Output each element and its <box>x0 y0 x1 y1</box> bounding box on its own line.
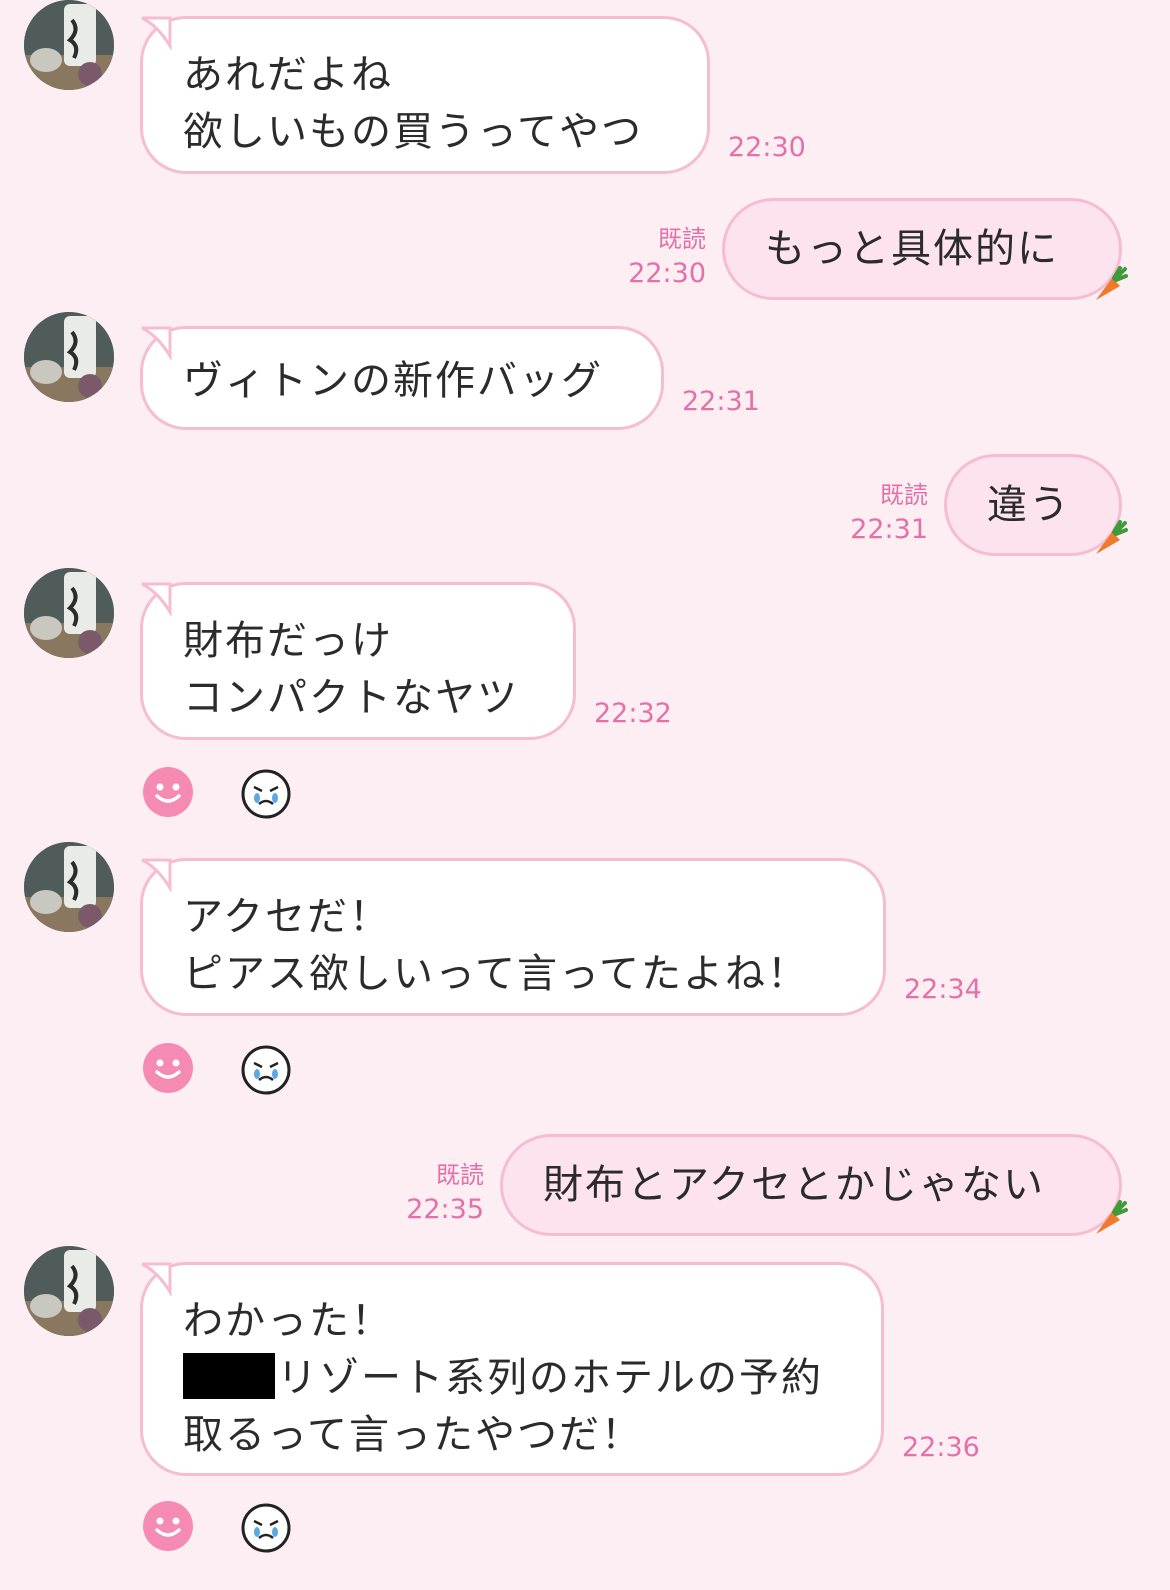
carrot-icon <box>1096 266 1128 300</box>
message-text-line: リゾート系列のホテルの予約 <box>183 1350 841 1407</box>
read-receipt: 既読 <box>658 225 706 253</box>
read-receipt: 既読 <box>880 481 928 509</box>
smiley-face-icon[interactable] <box>142 1042 194 1094</box>
message-bubble-incoming[interactable]: ヴィトンの新作バッグ <box>140 326 664 430</box>
sake-bottle-avatar-icon <box>24 842 114 932</box>
crying-face-icon[interactable] <box>240 768 292 820</box>
message-text: 財布とアクセとかじゃない <box>543 1161 1045 1208</box>
message-text: アクセだ！ <box>183 894 391 940</box>
smiley-face-icon[interactable] <box>142 1500 194 1552</box>
message-time: 22:31 <box>850 514 928 545</box>
message-text: あれだよね <box>183 52 393 98</box>
message-bubble-outgoing[interactable]: もっと具体的に <box>722 198 1122 300</box>
bubble-tail <box>141 858 172 892</box>
message-meta: 既読 22:31 <box>822 478 928 548</box>
message-text: 違う <box>987 481 1071 528</box>
message-meta: 既読 22:30 <box>600 222 706 292</box>
bubble-tail <box>141 582 172 616</box>
message-bubble-outgoing[interactable]: 財布とアクセとかじゃない <box>500 1134 1122 1236</box>
message-time: 22:32 <box>594 698 672 729</box>
message-text: もっと具体的に <box>765 225 1059 272</box>
message-text: コンパクトなヤツ <box>183 675 519 721</box>
redacted-block <box>183 1353 275 1399</box>
message-bubble-incoming[interactable]: わかった！ リゾート系列のホテルの予約 取るって言ったやつだ！ <box>140 1262 884 1476</box>
smiley-face-icon[interactable] <box>142 766 194 818</box>
avatar[interactable] <box>24 842 114 932</box>
avatar[interactable] <box>24 312 114 402</box>
message-time: 22:35 <box>406 1194 484 1225</box>
message-text: ヴィトンの新作バッグ <box>183 358 603 404</box>
message-bubble-incoming[interactable]: あれだよね 欲しいもの買うってやつ <box>140 16 710 174</box>
message-text: 財布だっけ <box>183 618 393 664</box>
carrot-icon <box>1096 520 1128 554</box>
crying-face-icon[interactable] <box>240 1502 292 1554</box>
crying-face-icon[interactable] <box>240 1044 292 1096</box>
carrot-icon <box>1096 1200 1128 1234</box>
bubble-tail <box>141 16 172 50</box>
message-time: 22:30 <box>728 132 806 163</box>
message-text: リゾート系列のホテルの予約 <box>277 1355 823 1401</box>
message-time: 22:30 <box>628 258 706 289</box>
message-text: 取るって言ったやつだ！ <box>183 1412 643 1458</box>
avatar[interactable] <box>24 1246 114 1336</box>
message-time: 22:31 <box>682 386 760 417</box>
avatar[interactable] <box>24 0 114 90</box>
message-bubble-incoming[interactable]: アクセだ！ ピアス欲しいって言ってたよね！ <box>140 858 886 1016</box>
message-time: 22:34 <box>904 974 982 1005</box>
message-bubble-incoming[interactable]: 財布だっけ コンパクトなヤツ <box>140 582 576 740</box>
read-receipt: 既読 <box>436 1161 484 1189</box>
message-text: ピアス欲しいって言ってたよね！ <box>183 951 809 997</box>
message-text: 欲しいもの買うってやつ <box>183 109 643 155</box>
message-time: 22:36 <box>902 1432 980 1463</box>
sake-bottle-avatar-icon <box>24 0 114 90</box>
bubble-tail <box>141 1262 172 1296</box>
message-meta: 既読 22:35 <box>378 1158 484 1228</box>
sake-bottle-avatar-icon <box>24 1246 114 1336</box>
avatar[interactable] <box>24 568 114 658</box>
sake-bottle-avatar-icon <box>24 568 114 658</box>
message-text: わかった！ <box>183 1298 393 1344</box>
sake-bottle-avatar-icon <box>24 312 114 402</box>
bubble-tail <box>141 326 172 360</box>
